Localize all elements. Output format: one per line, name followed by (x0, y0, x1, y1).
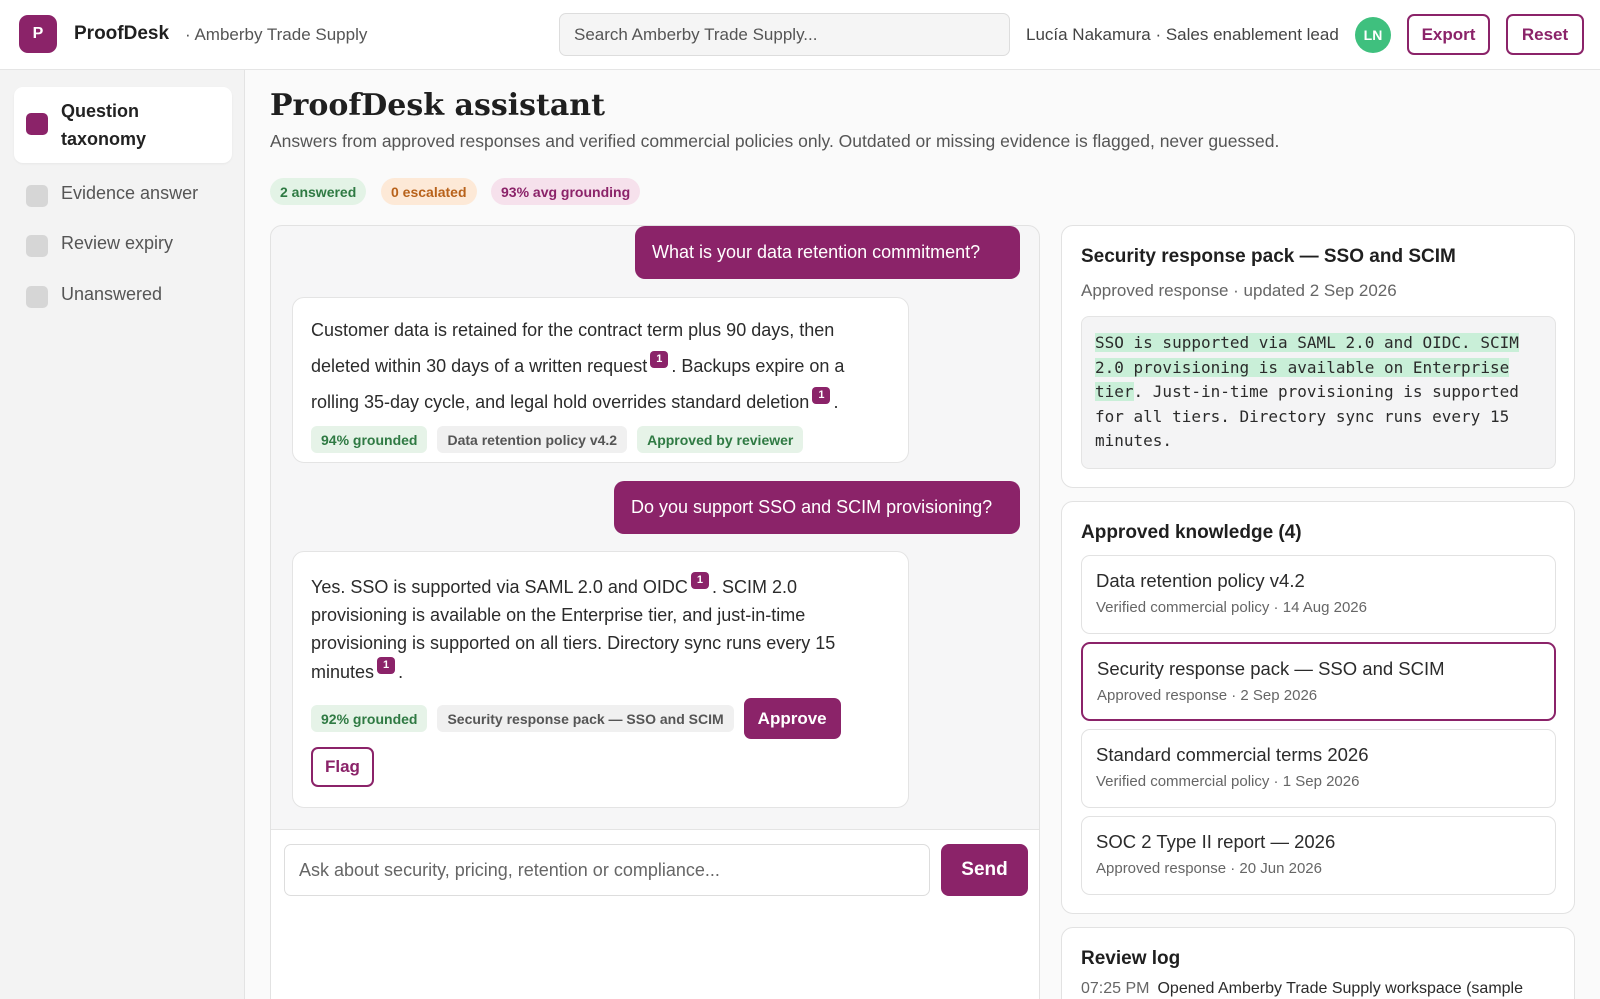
send-button[interactable]: Send (941, 844, 1028, 896)
sidebar-item-unanswered[interactable]: Unanswered (14, 274, 232, 318)
top-bar: P ProofDesk · Amberby Trade Supply Lucía… (0, 0, 1600, 70)
evidence-title: Security response pack — SSO and SCIM (1081, 246, 1456, 267)
sidebar-item-label: Evidence answer (61, 183, 199, 203)
source-chip[interactable]: Security response pack — SSO and SCIM (437, 705, 734, 732)
answer-actions-row: Flag (311, 747, 890, 787)
page-title: ProofDesk assistant (270, 88, 605, 123)
approved-knowledge-card: Approved knowledge (4) Data retention po… (1061, 501, 1575, 914)
question-input[interactable] (284, 844, 930, 896)
reset-button[interactable]: Reset (1506, 14, 1584, 55)
knowledge-item-title: Security response pack — SSO and SCIM (1097, 658, 1445, 679)
citation-marker[interactable]: 1 (377, 657, 396, 674)
knowledge-title: Approved knowledge (4) (1081, 522, 1302, 543)
app-name: ProofDesk (74, 23, 170, 44)
citation-marker[interactable]: 1 (650, 351, 669, 368)
log-entry-text: Opened Amberby Trade Supply workspace (s… (1157, 980, 1524, 997)
export-button[interactable]: Export (1407, 14, 1490, 55)
log-entry: 07:25 PM Opened Amberby Trade Supply work… (1081, 980, 1523, 998)
page-subtitle: Answers from approved responses and veri… (270, 131, 1280, 151)
answer-text-segment: . (398, 662, 404, 682)
citation-marker[interactable]: 1 (812, 387, 831, 404)
knowledge-item-title: Standard commercial terms 2026 (1096, 744, 1369, 765)
sidebar-item-label: Question taxonomy (61, 101, 147, 149)
source-chip[interactable]: Data retention policy v4.2 (437, 426, 628, 453)
grounding-badge: 92% grounded (311, 705, 428, 732)
flag-button[interactable]: Flag (311, 747, 374, 787)
sidebar-item-evidence-answer[interactable]: Evidence answer (14, 173, 232, 217)
square-icon (26, 286, 48, 308)
excerpt-text: . Just-in-time provisioning is supported… (1095, 382, 1519, 450)
answer-text-segment: . (833, 392, 839, 412)
knowledge-item-title: Data retention policy v4.2 (1096, 570, 1305, 591)
evidence-detail-card: Security response pack — SSO and SCIM Ap… (1061, 225, 1575, 488)
knowledge-item[interactable]: Standard commercial terms 2026 Verified … (1081, 729, 1556, 808)
answer-text: Yes. SSO is supported via SAML 2.0 and O… (311, 572, 890, 686)
app-logo[interactable]: P (19, 15, 57, 53)
sidebar-item-question-taxonomy[interactable]: Question taxonomy (14, 87, 232, 163)
evidence-meta: Approved response · updated 2 Sep 2026 (1081, 281, 1397, 300)
composer: Send (271, 829, 1039, 999)
avatar[interactable]: LN (1355, 17, 1391, 53)
assistant-answer: Customer data is retained for the contra… (292, 297, 909, 463)
escalated-count-badge: 0 escalated (381, 178, 477, 205)
assistant-answer: Yes. SSO is supported via SAML 2.0 and O… (292, 551, 909, 808)
approval-status-badge: Approved by reviewer (637, 426, 804, 453)
evidence-excerpt: SSO is supported via SAML 2.0 and OIDC. … (1081, 316, 1556, 469)
sidebar-item-label: Unanswered (61, 284, 163, 304)
user-question: Do you support SSO and SCIM provisioning… (614, 481, 1020, 534)
sidebar: Question taxonomy Evidence answer Review… (0, 70, 245, 999)
workspace-name: · Amberby Trade Supply (185, 25, 368, 44)
answered-count-badge: 2 answered (270, 178, 367, 205)
sidebar-item-review-expiry[interactable]: Review expiry (14, 223, 232, 267)
review-log-title: Review log (1081, 948, 1181, 969)
sidebar-item-label: Review expiry (61, 233, 174, 253)
square-icon (26, 235, 48, 257)
log-entry-time: 07:25 PM (1081, 980, 1150, 997)
square-icon (26, 185, 48, 207)
knowledge-item[interactable]: SOC 2 Type II report — 2026 Approved res… (1081, 816, 1556, 895)
grounding-badge: 94% grounded (311, 426, 428, 453)
knowledge-item-meta: Approved response · 2 Sep 2026 (1097, 687, 1318, 704)
answer-text: Customer data is retained for the contra… (311, 312, 890, 420)
knowledge-item-meta: Approved response · 20 Jun 2026 (1096, 860, 1322, 877)
knowledge-item-meta: Verified commercial policy · 14 Aug 2026 (1096, 599, 1367, 616)
knowledge-item-title: SOC 2 Type II report — 2026 (1096, 831, 1336, 852)
review-log-card: Review log 07:25 PM Opened Amberby Trade … (1061, 927, 1575, 999)
search-input[interactable] (559, 13, 1010, 56)
user-label: Lucía Nakamura · Sales enablement lead (1026, 25, 1339, 44)
answer-text-segment: Yes. SSO is supported via SAML 2.0 and O… (311, 577, 688, 597)
knowledge-item-meta: Verified commercial policy · 1 Sep 2026 (1096, 773, 1360, 790)
approve-button[interactable]: Approve (743, 698, 841, 739)
answer-meta-row: 92% grounded Security response pack — SS… (311, 698, 890, 739)
knowledge-item[interactable]: Data retention policy v4.2 Verified comm… (1081, 555, 1556, 634)
grounding-average-badge: 93% avg grounding (491, 178, 641, 205)
user-question: What is your data retention commitment? (635, 226, 1020, 279)
chat-panel: What is your data retention commitment? … (270, 225, 1040, 999)
square-icon (26, 113, 48, 135)
knowledge-item-selected[interactable]: Security response pack — SSO and SCIM Ap… (1081, 642, 1556, 721)
answer-meta-row: 94% grounded Data retention policy v4.2 … (311, 426, 890, 453)
citation-marker[interactable]: 1 (690, 572, 709, 589)
